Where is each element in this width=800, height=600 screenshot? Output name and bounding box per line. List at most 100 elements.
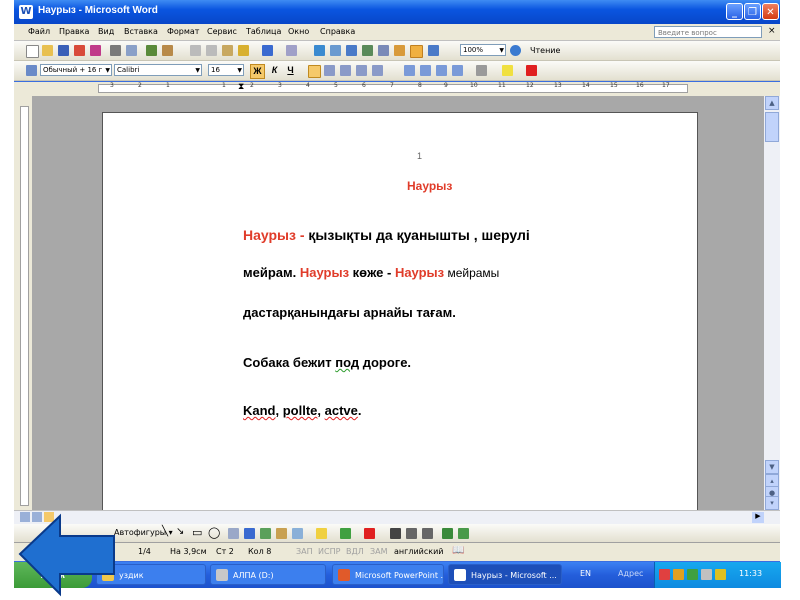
font-select[interactable]: Calibri ▼ bbox=[114, 64, 202, 76]
print-icon[interactable] bbox=[110, 45, 121, 56]
line-spacing-icon[interactable] bbox=[372, 65, 383, 76]
ask-question-input[interactable]: Введите вопрос bbox=[654, 26, 762, 38]
numbering-icon[interactable] bbox=[404, 65, 415, 76]
cut-icon[interactable] bbox=[190, 45, 201, 56]
wordart-icon[interactable] bbox=[244, 528, 255, 539]
copy-icon[interactable] bbox=[206, 45, 217, 56]
next-page-icon[interactable]: ▾ bbox=[765, 496, 779, 510]
status-rec[interactable]: ЗАП bbox=[296, 547, 313, 556]
insert-table-icon[interactable] bbox=[346, 45, 357, 56]
antivirus-icon[interactable] bbox=[659, 569, 670, 580]
arrow-tool-icon[interactable]: ↘ bbox=[176, 526, 184, 537]
help-icon[interactable] bbox=[510, 45, 521, 56]
redo-icon[interactable] bbox=[286, 45, 297, 56]
research-icon[interactable] bbox=[162, 45, 173, 56]
title-bar[interactable]: W Наурыз - Microsoft Word _ ❐ ✕ bbox=[14, 0, 780, 24]
address-bar-label[interactable]: Адрес bbox=[618, 569, 643, 578]
horizontal-scrollbar[interactable]: ▶ bbox=[14, 510, 780, 525]
open-folder-icon[interactable] bbox=[42, 45, 53, 56]
print-preview-icon[interactable] bbox=[126, 45, 137, 56]
bold-button[interactable]: Ж bbox=[250, 64, 265, 79]
clock[interactable]: 11:33 bbox=[739, 569, 762, 578]
textbox-icon[interactable] bbox=[228, 528, 239, 539]
menu-window[interactable]: Окно bbox=[288, 27, 309, 36]
network-icon[interactable] bbox=[687, 569, 698, 580]
taskbar-item[interactable]: Microsoft PowerPoint ... bbox=[332, 564, 444, 585]
diagram-icon[interactable] bbox=[260, 528, 271, 539]
status-track[interactable]: ИСПР bbox=[318, 547, 340, 556]
arrow-style-icon[interactable] bbox=[422, 528, 433, 539]
style-select[interactable]: Обычный + 16 г ▼ bbox=[40, 64, 112, 76]
document-map-icon[interactable] bbox=[410, 45, 423, 58]
font-color-icon[interactable] bbox=[526, 65, 537, 76]
line-color-icon[interactable] bbox=[340, 528, 351, 539]
menu-file[interactable]: Файл bbox=[28, 27, 50, 36]
spelling-status-icon[interactable]: 📖 bbox=[452, 545, 464, 556]
email-icon[interactable] bbox=[90, 45, 101, 56]
doc-close-icon[interactable]: × bbox=[768, 26, 776, 36]
justify-icon[interactable] bbox=[356, 65, 367, 76]
menu-insert[interactable]: Вставка bbox=[124, 27, 158, 36]
styles-pane-icon[interactable] bbox=[26, 65, 37, 76]
columns-icon[interactable] bbox=[378, 45, 389, 56]
insert-excel-icon[interactable] bbox=[362, 45, 373, 56]
horizontal-ruler[interactable]: 3 2 1 1 2 3 4 5 6 7 8 9 10 11 12 13 14 1… bbox=[14, 82, 780, 96]
align-center-icon[interactable] bbox=[324, 65, 335, 76]
align-left-icon[interactable] bbox=[308, 65, 321, 78]
menu-format[interactable]: Формат bbox=[167, 27, 199, 36]
scroll-right-icon[interactable]: ▶ bbox=[752, 512, 764, 523]
vertical-ruler[interactable] bbox=[14, 96, 32, 510]
tray-status-icon[interactable] bbox=[715, 569, 726, 580]
shadow-icon[interactable] bbox=[442, 528, 453, 539]
volume-icon[interactable] bbox=[701, 569, 712, 580]
tables-borders-icon[interactable] bbox=[330, 45, 341, 56]
minimize-button[interactable]: _ bbox=[726, 3, 743, 20]
line-style-icon[interactable] bbox=[390, 528, 401, 539]
spelling-icon[interactable] bbox=[146, 45, 157, 56]
dash-style-icon[interactable] bbox=[406, 528, 417, 539]
menu-view[interactable]: Вид bbox=[98, 27, 114, 36]
scroll-up-icon[interactable]: ▲ bbox=[765, 96, 779, 110]
align-right-icon[interactable] bbox=[340, 65, 351, 76]
menu-tools[interactable]: Сервис bbox=[207, 27, 237, 36]
rectangle-tool-icon[interactable]: ▭ bbox=[192, 526, 202, 539]
clipart-icon[interactable] bbox=[276, 528, 287, 539]
zoom-select[interactable]: 100% ▼ bbox=[460, 44, 506, 56]
vertical-scrollbar[interactable]: ▲ ▼ ▴ ● ▾ bbox=[764, 96, 780, 510]
reading-mode-button[interactable]: Чтение bbox=[530, 46, 560, 55]
tray-app-icon[interactable] bbox=[673, 569, 684, 580]
borders-icon[interactable] bbox=[476, 65, 487, 76]
show-hide-icon[interactable] bbox=[428, 45, 439, 56]
paste-icon[interactable] bbox=[222, 45, 233, 56]
hyperlink-icon[interactable] bbox=[314, 45, 325, 56]
drawing-icon[interactable] bbox=[394, 45, 405, 56]
taskbar-item[interactable]: АЛПА (D:) bbox=[210, 564, 326, 585]
back-arrow-icon[interactable] bbox=[0, 500, 120, 600]
undo-icon[interactable] bbox=[262, 45, 273, 56]
document-page[interactable]: 1 Наурыз Наурыз - қызықты да қуанышты , … bbox=[102, 112, 698, 510]
underline-button[interactable]: Ч bbox=[284, 64, 297, 77]
increase-indent-icon[interactable] bbox=[452, 65, 463, 76]
bullets-icon[interactable] bbox=[420, 65, 431, 76]
menu-table[interactable]: Таблица bbox=[246, 27, 281, 36]
maximize-button[interactable]: ❐ bbox=[744, 3, 761, 20]
menu-help[interactable]: Справка bbox=[320, 27, 355, 36]
highlight-icon[interactable] bbox=[502, 65, 513, 76]
format-painter-icon[interactable] bbox=[238, 45, 249, 56]
permission-icon[interactable] bbox=[74, 45, 85, 56]
italic-button[interactable]: К bbox=[268, 64, 281, 77]
scroll-thumb[interactable] bbox=[765, 112, 779, 142]
scroll-down-icon[interactable]: ▼ bbox=[765, 460, 779, 474]
taskbar-item[interactable]: Наурыз - Microsoft ... bbox=[448, 564, 562, 585]
font-size-select[interactable]: 16 ▼ bbox=[208, 64, 244, 76]
3d-style-icon[interactable] bbox=[458, 528, 469, 539]
word-app-icon[interactable]: W bbox=[19, 5, 33, 19]
oval-tool-icon[interactable]: ◯ bbox=[208, 526, 220, 539]
menu-edit[interactable]: Правка bbox=[59, 27, 89, 36]
indent-marker-icon[interactable]: ⧗ bbox=[238, 82, 244, 92]
close-button[interactable]: ✕ bbox=[762, 3, 779, 20]
status-overtype[interactable]: ЗАМ bbox=[370, 547, 388, 556]
picture-icon[interactable] bbox=[292, 528, 303, 539]
drawing-font-color-icon[interactable] bbox=[364, 528, 375, 539]
decrease-indent-icon[interactable] bbox=[436, 65, 447, 76]
